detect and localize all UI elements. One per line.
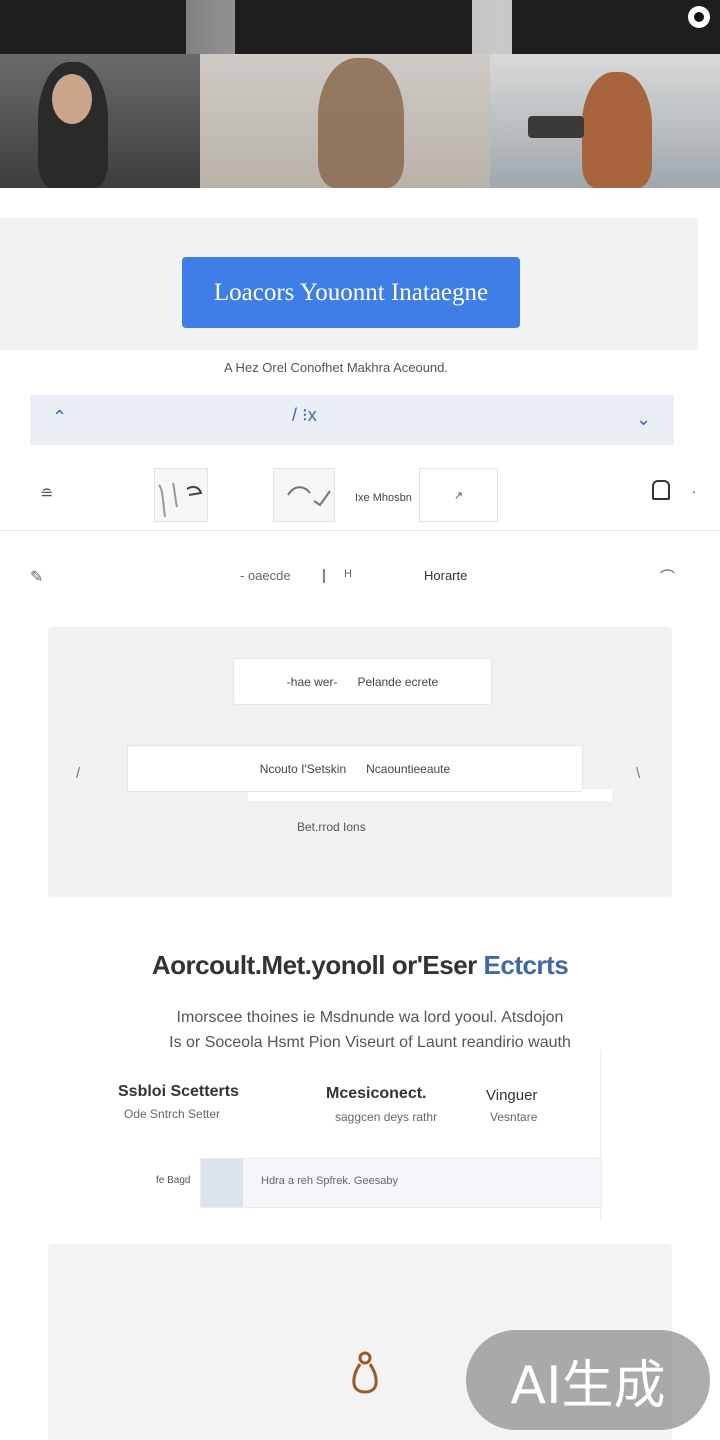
- hero-dark-panel-right: [512, 0, 720, 54]
- hero-photo-left: [0, 54, 200, 188]
- nav-item-3[interactable]: Horarte: [424, 568, 467, 583]
- nav-item-2[interactable]: H: [344, 568, 352, 580]
- pill-1-left: -hae wer-: [286, 674, 338, 689]
- column-1: Ssbloi Scetterts Ode Sntrch Setter: [118, 1083, 239, 1121]
- panel-caption: Bet.rrod Ions: [297, 820, 366, 834]
- pill-2-left: Ncouto I'Setskin: [259, 761, 347, 776]
- dot-marker: .: [692, 480, 696, 496]
- hero-photo-right: [490, 54, 720, 188]
- column-2: Mcesiconect. saggcen deys rathr: [326, 1085, 437, 1124]
- icon-row-label: Ixe Mhosbn: [355, 492, 412, 504]
- feature-title-accent: Ectcrts: [483, 950, 569, 980]
- feature-paragraph-1: Imorscee thoines ie Msdnunde wa lord yoo…: [176, 1009, 564, 1026]
- link-icon[interactable]: ⌒: [660, 566, 675, 587]
- divider: [0, 530, 720, 531]
- pear-icon: [352, 1351, 378, 1394]
- pill-input-1[interactable]: -hae wer- Pelande ecrete: [233, 658, 492, 705]
- bookmark-icon[interactable]: [652, 480, 670, 500]
- feature-title: Aorcoult.Met.yonoll or'Eser Ectcrts: [151, 950, 569, 980]
- column-1-title: Ssbloi Scetterts: [118, 1083, 239, 1100]
- hero-photo-center: [200, 54, 490, 188]
- arrow-right-icon[interactable]: \: [636, 765, 640, 782]
- icon-row-box[interactable]: ↗: [419, 468, 498, 522]
- hand-icon[interactable]: [154, 468, 208, 522]
- column-2-title: Mcesiconect.: [326, 1085, 427, 1102]
- toolbar-strip: ⌃ / ⁝x ⌄: [30, 395, 674, 445]
- circle-dot-icon[interactable]: [688, 6, 710, 28]
- content-panel: -hae wer- Pelande ecrete Ncouto I'Setski…: [48, 627, 672, 897]
- hero-dark-panel-center: [235, 0, 472, 54]
- chevron-up-icon[interactable]: ⌃: [52, 407, 67, 428]
- nav-separator: |: [322, 567, 326, 584]
- column-3: Vinguer Vesntare: [486, 1087, 537, 1124]
- hero-banner: [0, 0, 720, 188]
- toolbar-center-text[interactable]: / ⁝x: [292, 405, 317, 426]
- pill-2-right: Ncaountieeaute: [366, 761, 451, 776]
- pill-input-2[interactable]: Ncouto I'Setskin Ncaountieeaute: [127, 745, 583, 792]
- list-item-text: Hdra a reh Spfrek. Geesaby: [261, 1175, 398, 1187]
- list-item[interactable]: Hdra a reh Spfrek. Geesaby: [200, 1158, 602, 1208]
- watermark-badge: AI生成: [466, 1330, 710, 1430]
- check-curve-icon[interactable]: [273, 468, 335, 522]
- list-item-thumbnail: [201, 1159, 243, 1207]
- column-3-title: Vinguer: [486, 1087, 538, 1104]
- nav-item-1[interactable]: - oaecde: [240, 568, 291, 583]
- hero-dark-panel-left: [0, 0, 186, 54]
- subtitle-text: A Hez Orel Conofhet Makhra Aceound.: [223, 360, 448, 375]
- row-label: fe Bagd: [156, 1175, 191, 1186]
- column-2-sub: saggcen deys rathr: [335, 1110, 438, 1124]
- feature-paragraph-2: Is or Soceola Hsmt Pion Viseurt of Launt…: [169, 1034, 571, 1051]
- column-1-sub: Ode Sntrch Setter: [124, 1107, 221, 1121]
- arrow-left-icon[interactable]: /: [76, 765, 80, 782]
- primary-cta-button[interactable]: Loacors Youonnt Inataegne: [182, 257, 520, 328]
- pencil-icon[interactable]: ✎: [30, 567, 43, 587]
- chevron-down-icon[interactable]: ⌄: [636, 409, 651, 430]
- menu-icon[interactable]: ≘: [40, 484, 53, 504]
- pill-1-right: Pelande ecrete: [357, 674, 439, 689]
- column-3-sub: Vesntare: [490, 1110, 538, 1124]
